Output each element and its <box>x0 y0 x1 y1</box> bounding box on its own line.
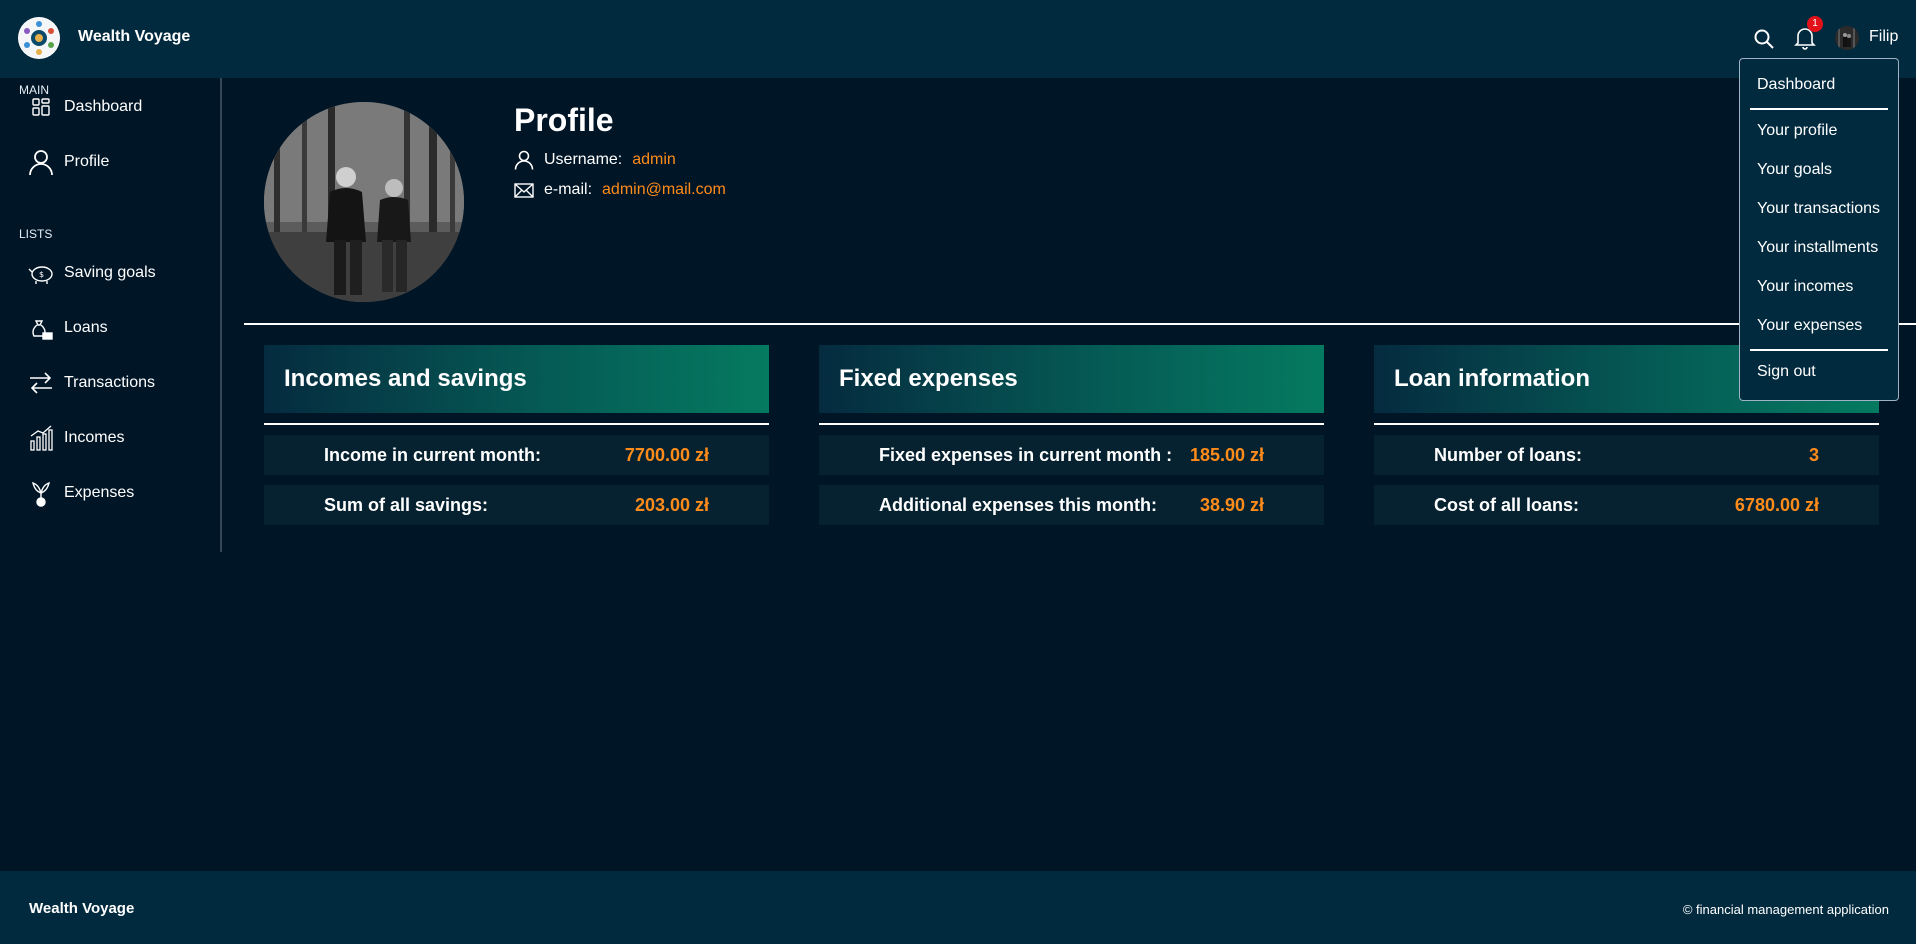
menu-item-your-installments[interactable]: Your installments <box>1757 239 1878 257</box>
profile-photo <box>264 102 464 302</box>
sidebar-item-profile[interactable]: Profile <box>26 145 216 179</box>
stat-label: Cost of all loans: <box>1434 494 1580 515</box>
stat-label: Fixed expenses in current month : <box>879 444 1173 465</box>
arrows-exchange-icon <box>26 368 56 398</box>
sidebar: MAIN Dashboard Profile LISTS $ Saving go… <box>0 78 222 552</box>
sidebar-item-loans[interactable]: Loans <box>26 311 216 345</box>
card-title: Fixed expenses <box>819 345 1324 413</box>
search-icon[interactable] <box>1753 28 1775 50</box>
menu-divider <box>1750 108 1888 110</box>
stat-value: 203.00 zł <box>634 494 709 515</box>
sidebar-item-label: Expenses <box>64 484 135 501</box>
sidebar-item-transactions[interactable]: Transactions <box>26 366 216 400</box>
card-divider <box>1374 423 1879 425</box>
stat-row: Number of loans: 3 <box>1374 435 1879 475</box>
email-row: e-mail: admin@mail.com <box>514 180 726 200</box>
stat-value: 7700.00 zł <box>624 444 709 465</box>
username-label: Username: <box>544 151 623 168</box>
sidebar-item-dashboard[interactable]: Dashboard <box>26 90 216 124</box>
username-row: Username: admin <box>514 150 676 170</box>
money-bag-icon <box>26 313 56 343</box>
sidebar-item-label: Saving goals <box>64 264 156 281</box>
footer-copyright: © financial management application <box>1682 902 1889 917</box>
stat-row: Cost of all loans: 6780.00 zł <box>1374 485 1879 525</box>
menu-divider <box>1750 349 1888 351</box>
sidebar-section-lists: LISTS <box>19 227 53 241</box>
user-menu-dropdown: Dashboard Your profile Your goals Your t… <box>1739 58 1899 401</box>
section-divider <box>244 323 1916 325</box>
sidebar-item-saving-goals[interactable]: $ Saving goals <box>26 256 216 290</box>
page-title: Profile <box>514 102 614 138</box>
notification-badge: 1 <box>1807 16 1823 32</box>
stat-label: Number of loans: <box>1434 444 1583 465</box>
menu-item-your-transactions[interactable]: Your transactions <box>1757 200 1880 218</box>
bar-chart-icon <box>26 423 56 453</box>
stat-label: Income in current month: <box>324 444 542 465</box>
footer: Wealth Voyage © financial management app… <box>0 871 1916 944</box>
stat-label: Sum of all savings: <box>324 494 489 515</box>
sidebar-item-label: Transactions <box>64 374 155 391</box>
menu-item-your-expenses[interactable]: Your expenses <box>1757 317 1862 335</box>
incomes-savings-card: Incomes and savings Income in current mo… <box>264 345 769 525</box>
user-icon <box>26 147 56 177</box>
card-title: Incomes and savings <box>264 345 769 413</box>
top-header: Wealth Voyage 1 Filip <box>0 0 1916 78</box>
stat-row: Sum of all savings: 203.00 zł <box>264 485 769 525</box>
stat-row: Additional expenses this month: 38.90 zł <box>819 485 1324 525</box>
stat-row: Fixed expenses in current month : 185.00… <box>819 435 1324 475</box>
stat-value: 6780.00 zł <box>1734 494 1819 515</box>
svg-text:$: $ <box>39 270 44 279</box>
money-plant-icon <box>26 478 56 508</box>
sidebar-item-expenses[interactable]: Expenses <box>26 476 216 510</box>
app-logo[interactable] <box>18 17 60 59</box>
stat-value: 38.90 zł <box>1199 494 1264 515</box>
menu-item-dashboard[interactable]: Dashboard <box>1757 76 1835 94</box>
menu-item-your-goals[interactable]: Your goals <box>1757 161 1832 179</box>
card-divider <box>264 423 769 425</box>
email-label: e-mail: <box>544 181 593 198</box>
stat-value: 185.00 zł <box>1189 444 1264 465</box>
fixed-expenses-card: Fixed expenses Fixed expenses in current… <box>819 345 1324 525</box>
menu-item-your-profile[interactable]: Your profile <box>1757 122 1837 140</box>
stat-row: Income in current month: 7700.00 zł <box>264 435 769 475</box>
sidebar-item-label: Loans <box>64 319 108 336</box>
piggy-bank-icon: $ <box>26 258 56 288</box>
menu-item-sign-out[interactable]: Sign out <box>1757 363 1816 381</box>
stat-label: Additional expenses this month: <box>879 494 1158 515</box>
brand-name[interactable]: Wealth Voyage <box>78 28 190 46</box>
username-value: admin <box>632 151 676 168</box>
avatar[interactable] <box>1835 26 1859 50</box>
mail-icon <box>514 180 534 200</box>
sidebar-item-label: Incomes <box>64 429 125 446</box>
dashboard-icon <box>26 92 56 122</box>
card-divider <box>819 423 1324 425</box>
email-value: admin@mail.com <box>602 181 726 198</box>
sidebar-item-incomes[interactable]: Incomes <box>26 421 216 455</box>
user-icon <box>514 150 534 170</box>
stat-value: 3 <box>1808 444 1819 465</box>
footer-brand: Wealth Voyage <box>29 900 135 917</box>
user-name[interactable]: Filip <box>1869 28 1898 46</box>
menu-item-your-incomes[interactable]: Your incomes <box>1757 278 1853 296</box>
sidebar-item-label: Dashboard <box>64 98 143 115</box>
sidebar-item-label: Profile <box>64 153 110 170</box>
